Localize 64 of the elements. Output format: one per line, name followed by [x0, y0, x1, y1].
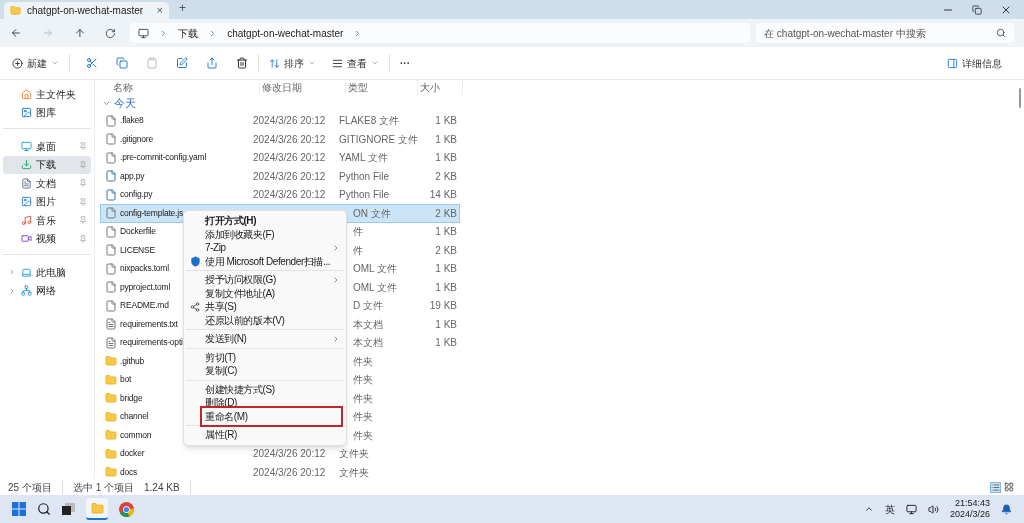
type-cell-text: 文件夹	[339, 447, 370, 462]
file-name: .flake8	[120, 114, 144, 128]
file-name: .github	[120, 354, 145, 368]
size-cell-text: 2 KB	[434, 206, 457, 221]
date-cell-text: 2024/3/26 20:12	[253, 188, 327, 203]
size-cell-text: 2 KB	[434, 243, 457, 258]
file-name: bot	[120, 373, 132, 387]
tab-title: chatgpt-on-wechat-master	[27, 4, 145, 18]
type-cell-text: FLAKE8 文件	[339, 114, 401, 129]
type-cell-text: OML 文件	[352, 262, 399, 277]
type-cell-text: 本文档	[352, 336, 384, 351]
item-count: 25 个项目	[8, 479, 63, 495]
size-cell-text: 1 KB	[434, 336, 457, 351]
date-cell-text: 2024/3/26 20:12	[253, 447, 327, 462]
type-cell-text: 本文档	[352, 317, 384, 332]
file-name: bridge	[120, 391, 143, 405]
size-cell-text: 1 KB	[434, 225, 457, 240]
date-cell-text: 2024/3/26 20:12	[253, 132, 327, 147]
selection-size: 1.24 KB	[144, 479, 191, 495]
file-name: app.py	[120, 169, 145, 183]
file-name: requirements-opti	[120, 336, 183, 350]
type-cell-text: 件夹	[352, 354, 374, 369]
size-cell-text: 1 KB	[434, 262, 457, 277]
type-cell-text: ON 文件	[352, 206, 392, 221]
type-cell-text: 文件夹	[339, 465, 370, 479]
file-name: common	[120, 428, 152, 442]
size-cell-text: 1 KB	[434, 114, 457, 129]
type-cell-text: 件夹	[352, 428, 374, 443]
type-cell-text: Python File	[339, 188, 391, 203]
file-name: nixpacks.toml	[120, 262, 169, 276]
file-name: channel	[120, 410, 149, 424]
type-cell-text: OML 文件	[352, 280, 399, 295]
type-cell-text: 件夹	[352, 410, 374, 425]
selection-count: 选中 1 个项目	[71, 480, 136, 495]
type-cell-text: D 文件	[352, 299, 384, 314]
date-cell-text: 2024/3/26 20:12	[253, 114, 327, 129]
date-cell-text: 2024/3/26 20:12	[253, 465, 327, 479]
file-name: docs	[120, 465, 138, 479]
file-name: README.md	[120, 299, 169, 313]
size-cell-text: 14 KB	[428, 188, 457, 203]
file-name: docker	[120, 447, 145, 461]
type-cell-text: YAML 文件	[339, 151, 389, 166]
size-cell-text: 2 KB	[434, 169, 457, 184]
size-cell-text: 1 KB	[434, 317, 457, 332]
size-cell-text: 1 KB	[434, 280, 457, 295]
type-cell-text: 件	[352, 243, 364, 258]
date-cell-text: 2024/3/26 20:12	[253, 151, 327, 166]
file-name: pyproject.toml	[120, 280, 171, 294]
type-cell-text: 件夹	[352, 391, 374, 406]
file-name: LICENSE	[120, 243, 155, 257]
type-cell-text: 件夹	[352, 373, 374, 388]
file-name: config.py	[120, 188, 153, 202]
date-cell-text: 2024/3/26 20:12	[253, 169, 327, 184]
size-cell-text: 1 KB	[434, 132, 457, 147]
file-name: requirements.txt	[120, 317, 178, 331]
size-cell-text: 19 KB	[428, 299, 457, 314]
size-cell-text: 1 KB	[434, 151, 457, 166]
file-name: Dockerfile	[120, 225, 156, 239]
type-cell-text: Python File	[339, 169, 391, 184]
type-cell-text: GITIGNORE 文件	[339, 132, 419, 147]
type-cell-text: 件	[352, 225, 364, 240]
file-name: config-template.js	[120, 206, 183, 220]
file-name: .pre-commit-config.yaml	[120, 151, 207, 165]
file-name: .gitignore	[120, 132, 153, 146]
